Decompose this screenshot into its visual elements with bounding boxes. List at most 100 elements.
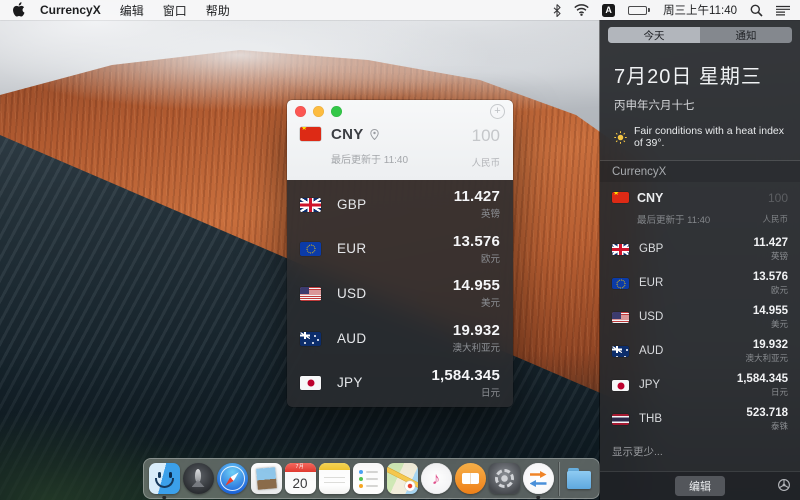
widget-title[interactable]: CurrencyX [600, 161, 800, 182]
rate-row[interactable]: USD 14.955 美元 [287, 271, 513, 316]
dock-item-folder[interactable] [562, 458, 596, 499]
show-less-link[interactable]: 显示更少... [600, 436, 800, 467]
rate-row[interactable]: GBP 11.427 英镑 [287, 182, 513, 227]
widget-rate-row[interactable]: AUD 19.932 澳大利亚元 [600, 334, 800, 368]
menu-bar: CurrencyX 编辑 窗口 帮助 A 周三上午11:40 [0, 0, 800, 20]
currency-value: 19.932 [752, 338, 788, 351]
currency-value: 11.427 [453, 188, 500, 206]
battery-icon[interactable] [628, 5, 651, 15]
weather-row[interactable]: Fair conditions with a heat index of 39°… [614, 125, 786, 149]
widget-base-name: 人民币 [762, 214, 788, 224]
widget-rate-row[interactable]: THB 523.718 泰铢 [600, 402, 800, 436]
menu-app-name[interactable]: CurrencyX [40, 3, 101, 17]
widget-base-amount: 100 [767, 191, 788, 205]
currency-name: 澳大利亚元 [745, 352, 788, 363]
notification-center-panel: 今天 通知 7月20日 星期三 丙申年六月十七 Fair conditions … [600, 20, 800, 500]
currencyx-icon [522, 463, 554, 494]
currency-code: GBP [337, 196, 367, 212]
rate-row[interactable]: JPY 1,584.345 日元 [287, 360, 513, 405]
currency-name: 英镑 [480, 209, 500, 221]
dock-item-sysprefs[interactable] [487, 458, 521, 499]
menu-window[interactable]: 窗口 [163, 2, 187, 19]
panel-tabs: 今天 通知 [608, 27, 792, 43]
currency-name: 日元 [480, 387, 500, 399]
wifi-icon[interactable] [574, 4, 589, 16]
currency-code: AUD [337, 330, 367, 346]
widget-rate-row[interactable]: EUR 13.576 欧元 [600, 266, 800, 300]
dock-item-maps[interactable] [385, 458, 419, 499]
widget-rates-list: GBP 11.427 英镑 EUR 13.576 欧元 USD 14.955 美… [600, 232, 800, 436]
currency-value: 523.718 [746, 406, 788, 419]
traffic-lights [295, 106, 342, 117]
currency-code: EUR [639, 277, 664, 289]
currency-code: EUR [337, 241, 367, 257]
minimize-button[interactable] [313, 106, 324, 117]
dock-item-preview[interactable] [249, 458, 283, 499]
weather-text: Fair conditions with a heat index of 39°… [634, 125, 784, 149]
currency-flag-icon [300, 197, 321, 212]
currency-name: 欧元 [770, 284, 788, 295]
widget-base-row[interactable]: CNY 最后更新于 11:40 100 人民币 [600, 182, 800, 232]
menu-edit[interactable]: 编辑 [120, 2, 144, 19]
dock-item-launchpad[interactable] [181, 458, 215, 499]
widget-rate-row[interactable]: GBP 11.427 英镑 [600, 232, 800, 266]
edit-button[interactable]: 编辑 [675, 476, 725, 496]
settings-gear-icon[interactable] [777, 478, 791, 492]
cn-flag-icon [300, 127, 321, 141]
input-source-icon[interactable]: A [602, 3, 616, 17]
spotlight-icon[interactable] [750, 4, 763, 17]
currency-value: 1,584.345 [431, 366, 500, 384]
notification-center-icon[interactable] [776, 5, 790, 16]
last-updated-label: 最后更新于 11:40 [331, 155, 409, 166]
tab-notifications[interactable]: 通知 [700, 27, 792, 43]
currency-value: 13.576 [452, 232, 500, 250]
rate-row[interactable]: EUR 13.576 欧元 [287, 227, 513, 272]
zoom-button[interactable] [331, 106, 342, 117]
close-button[interactable] [295, 106, 306, 117]
currency-name: 泰铢 [770, 420, 788, 431]
currency-flag-icon [612, 312, 629, 323]
currency-code: THB [639, 413, 662, 425]
calendar-day-label: 20 [292, 475, 308, 491]
bluetooth-icon[interactable] [553, 3, 561, 17]
dock-item-calendar[interactable]: 7月 20 [283, 458, 317, 499]
currency-value: 14.955 [452, 277, 500, 295]
currency-code: JPY [639, 379, 661, 391]
currency-flag-icon [300, 376, 321, 391]
apple-menu-icon[interactable] [12, 2, 25, 17]
currencyx-window: CNY 最后更新于 11:40 100 人民币 GBP [287, 100, 513, 407]
dock-item-safari[interactable] [215, 458, 249, 499]
dock-item-notes[interactable] [317, 458, 351, 499]
ibooks-icon [454, 463, 486, 494]
dock-item-ibooks[interactable] [453, 458, 487, 499]
currency-flag-icon [300, 286, 321, 301]
dock-item-finder[interactable] [147, 458, 181, 499]
maps-icon [386, 463, 418, 494]
launchpad-icon [182, 463, 214, 494]
finder-icon [148, 463, 180, 494]
widget-rate-row[interactable]: USD 14.955 美元 [600, 300, 800, 334]
currency-name: 欧元 [480, 253, 500, 265]
dock-item-itunes[interactable] [419, 458, 453, 499]
menu-clock[interactable]: 周三上午11:40 [663, 2, 737, 18]
add-currency-button[interactable] [490, 104, 505, 119]
widget-last-updated: 最后更新于 11:40 [637, 215, 711, 226]
folder-icon [564, 463, 595, 494]
dock-divider [558, 461, 559, 496]
base-amount[interactable]: 100 [471, 126, 500, 146]
dock-item-currencyx[interactable] [521, 458, 555, 499]
menu-help[interactable]: 帮助 [206, 2, 230, 19]
currency-value: 11.427 [753, 236, 788, 249]
currency-flag-icon [612, 346, 629, 357]
widget-rate-row[interactable]: JPY 1,584.345 日元 [600, 368, 800, 402]
calendar-month-label: 7月 [284, 463, 316, 472]
base-currency-row[interactable]: CNY 最后更新于 11:40 100 人民币 [300, 126, 500, 169]
currency-flag-icon [612, 380, 629, 391]
dock-item-reminders[interactable] [351, 458, 385, 499]
widget-base-code: CNY [637, 191, 664, 205]
lunar-date: 丙申年六月十七 [614, 100, 695, 112]
currency-flag-icon [612, 278, 629, 289]
rate-row[interactable]: AUD 19.932 澳大利亚元 [287, 316, 513, 361]
running-indicator-dot [536, 495, 540, 499]
tab-today[interactable]: 今天 [608, 27, 700, 43]
